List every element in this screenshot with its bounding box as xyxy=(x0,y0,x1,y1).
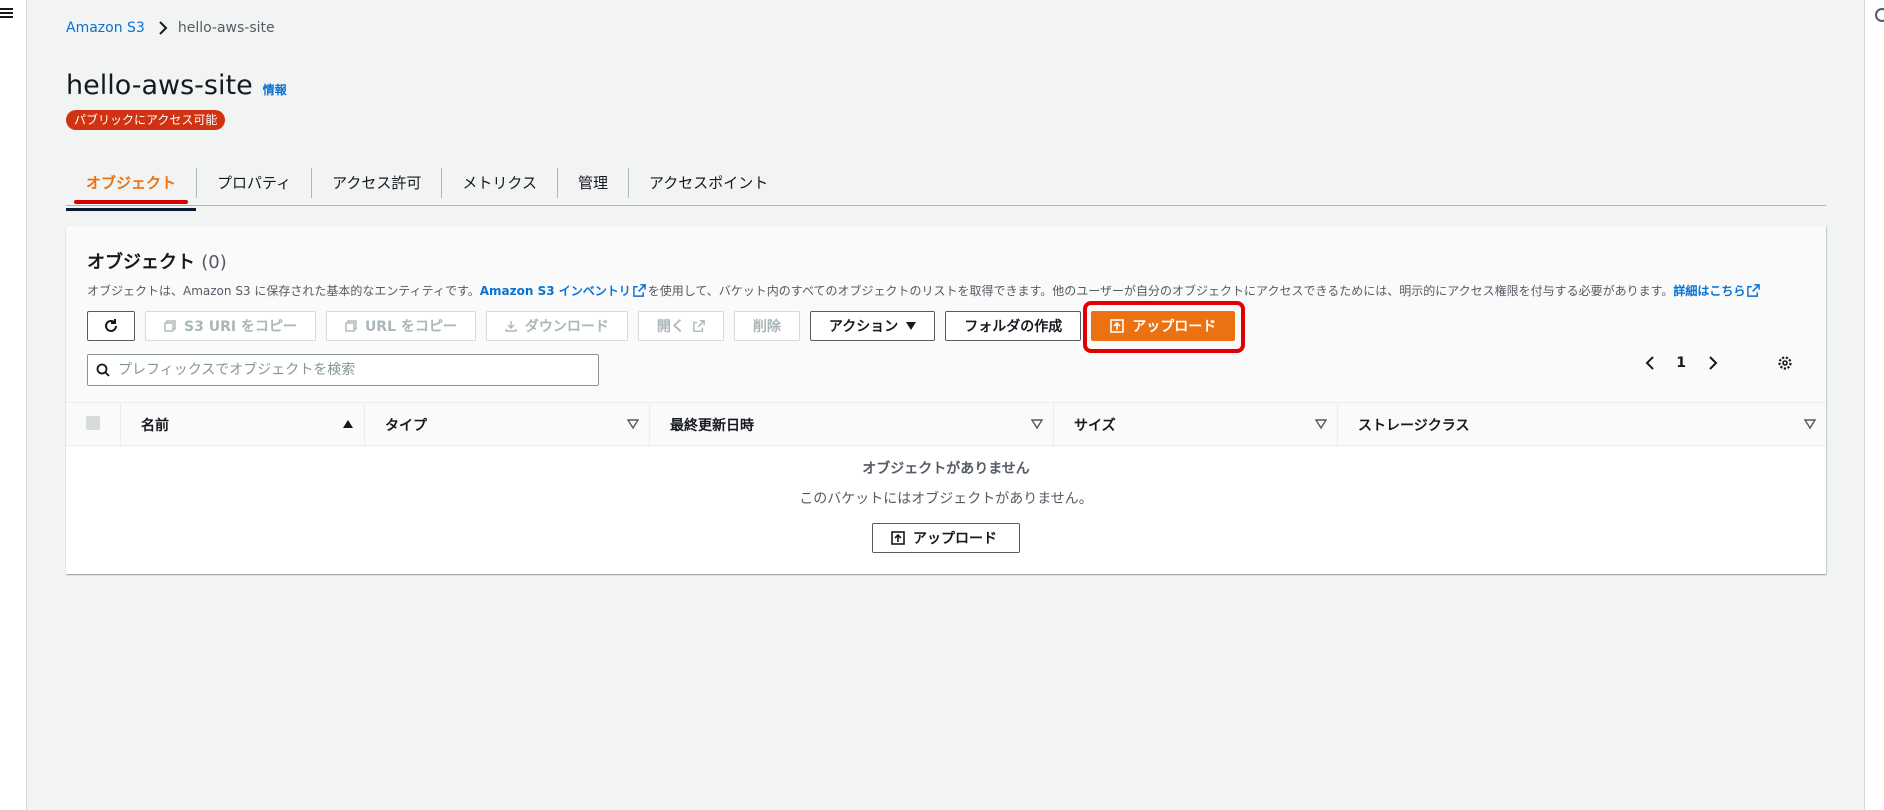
sort-icon xyxy=(1031,419,1043,430)
actions-dropdown[interactable]: アクション xyxy=(809,311,936,341)
delete-label: 削除 xyxy=(752,319,781,335)
search-icon xyxy=(96,363,110,377)
search-input[interactable] xyxy=(118,362,578,378)
details-link[interactable]: 詳細はこちら xyxy=(1673,284,1745,298)
download-label: ダウンロード xyxy=(524,319,609,335)
tab-objects[interactable]: オブジェクト xyxy=(66,168,197,211)
caret-down-icon xyxy=(906,322,917,330)
sort-icon xyxy=(1804,419,1816,430)
right-tools-rail xyxy=(1864,0,1884,810)
upload-label: アップロード xyxy=(1132,319,1217,335)
tab-permissions[interactable]: アクセス許可 xyxy=(311,167,441,198)
column-header-type[interactable]: タイプ xyxy=(364,403,649,447)
external-link-icon xyxy=(1747,284,1761,297)
tab-bar: オブジェクト プロパティ アクセス許可 メトリクス 管理 アクセスポイント xyxy=(66,160,1826,211)
sort-icon xyxy=(1315,419,1327,430)
empty-state-title: オブジェクトがありません xyxy=(862,461,1030,477)
upload-button-annotation: アップロード xyxy=(1083,301,1246,353)
column-type-label: タイプ xyxy=(385,418,427,434)
create-folder-label: フォルダの作成 xyxy=(964,319,1063,335)
tab-metrics[interactable]: メトリクス xyxy=(441,167,557,198)
empty-state-upload-button[interactable]: アップロード xyxy=(872,523,1020,553)
upload-icon xyxy=(891,531,905,545)
upload-icon xyxy=(1110,319,1125,333)
column-header-last-modified[interactable]: 最終更新日時 xyxy=(649,403,1053,447)
tab-access-points[interactable]: アクセスポイント xyxy=(627,167,788,198)
sort-ascending-icon xyxy=(343,420,353,428)
breadcrumb: Amazon S3 hello-aws-site xyxy=(66,20,275,36)
panel-description: オブジェクトは、Amazon S3 に保存された基本的なエンティティです。Ama… xyxy=(87,282,1762,299)
description-middle: を使用して、バケット内のすべてのオブジェクトのリストを取得できます。他のユーザー… xyxy=(647,284,1674,298)
table-header: 名前 タイプ 最終更新日時 サイズ ストレージクラス xyxy=(66,402,1826,447)
sort-icon xyxy=(627,419,639,430)
tab-properties[interactable]: プロパティ xyxy=(196,167,311,198)
panel-title-text: オブジェクト xyxy=(87,252,195,273)
copy-icon xyxy=(345,320,357,332)
current-page[interactable]: 1 xyxy=(1676,355,1686,371)
search-field[interactable] xyxy=(87,354,599,386)
column-storage-class-label: ストレージクラス xyxy=(1358,418,1470,434)
objects-panel-header: オブジェクト (0) オブジェクトは、Amazon S3 に保存された基本的なエ… xyxy=(66,226,1826,402)
download-icon xyxy=(505,321,517,332)
delete-button[interactable]: 削除 xyxy=(733,311,800,341)
previous-page-icon[interactable] xyxy=(1640,354,1658,372)
download-button[interactable]: ダウンロード xyxy=(485,311,628,341)
column-size-label: サイズ xyxy=(1074,418,1116,434)
copy-url-label: URL をコピー xyxy=(364,319,457,335)
chevron-right-icon xyxy=(159,21,168,35)
page-header: hello-aws-site 情報 xyxy=(66,70,287,101)
objects-panel: オブジェクト (0) オブジェクトは、Amazon S3 に保存された基本的なエ… xyxy=(66,226,1826,574)
external-link-icon xyxy=(632,284,646,297)
panel-title: オブジェクト (0) xyxy=(87,248,227,274)
column-header-storage-class[interactable]: ストレージクラス xyxy=(1337,403,1826,447)
select-all-checkbox[interactable] xyxy=(86,416,100,430)
copy-s3-uri-button[interactable]: S3 URI をコピー xyxy=(145,311,316,341)
open-button[interactable]: 開く xyxy=(637,311,724,341)
tab-management[interactable]: 管理 xyxy=(556,167,628,198)
create-folder-button[interactable]: フォルダの作成 xyxy=(945,311,1082,341)
empty-state-upload-label: アップロード xyxy=(913,531,997,547)
column-name-label: 名前 xyxy=(141,418,169,434)
upload-button[interactable]: アップロード xyxy=(1091,311,1236,341)
info-panel-icon[interactable] xyxy=(1875,8,1884,22)
refresh-icon xyxy=(105,319,117,332)
info-link[interactable]: 情報 xyxy=(263,81,287,98)
copy-url-button[interactable]: URL をコピー xyxy=(325,311,476,341)
column-last-modified-label: 最終更新日時 xyxy=(670,418,754,434)
refresh-button[interactable] xyxy=(87,311,135,341)
object-count: (0) xyxy=(201,252,227,273)
status-badge: パブリックにアクセス可能 xyxy=(66,110,226,130)
page-title: hello-aws-site xyxy=(66,70,253,101)
column-header-name[interactable]: 名前 xyxy=(120,403,364,447)
breadcrumb-current: hello-aws-site xyxy=(177,20,275,36)
external-link-icon xyxy=(693,320,705,332)
column-header-size[interactable]: サイズ xyxy=(1053,403,1337,447)
open-label: 開く xyxy=(656,319,685,335)
breadcrumb-amazon-s3[interactable]: Amazon S3 xyxy=(66,20,145,36)
copy-icon xyxy=(164,320,176,332)
empty-state-description: このバケットにはオブジェクトがありません。 xyxy=(799,491,1093,507)
settings-gear-icon[interactable] xyxy=(1776,354,1794,372)
inventory-link[interactable]: Amazon S3 インベントリ xyxy=(480,284,631,298)
menu-icon[interactable] xyxy=(0,6,14,20)
copy-s3-uri-label: S3 URI をコピー xyxy=(184,319,297,335)
objects-toolbar: S3 URI をコピー URL をコピー ダウンロード 開く 削除 アクション … xyxy=(87,301,1246,353)
next-page-icon[interactable] xyxy=(1704,354,1722,372)
actions-label: アクション xyxy=(828,319,899,335)
left-navigation-rail xyxy=(0,0,27,810)
pagination: 1 xyxy=(1640,354,1794,372)
description-prefix: オブジェクトは、Amazon S3 に保存された基本的なエンティティです。 xyxy=(87,284,480,298)
